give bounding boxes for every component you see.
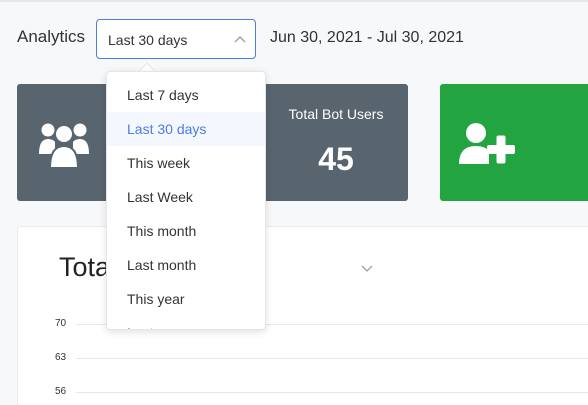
date-range-text: Jun 30, 2021 - Jul 30, 2021 — [270, 29, 464, 46]
total-bot-users-value: 45 — [318, 141, 354, 177]
date-range-select[interactable]: Last 30 days — [96, 19, 256, 59]
gridline — [76, 392, 588, 393]
date-range-dropdown: Last 7 days Last 30 days This week Last … — [106, 71, 266, 330]
chevron-up-icon — [234, 36, 246, 43]
chevron-down-icon[interactable] — [360, 263, 374, 275]
dropdown-option-last-year[interactable]: Last year — [107, 316, 265, 329]
dropdown-option-this-week[interactable]: This week — [107, 146, 265, 180]
dropdown-option-last-7-days[interactable]: Last 7 days — [107, 78, 265, 112]
total-bot-users-title: Total Bot Users — [288, 106, 384, 122]
top-divider — [0, 0, 588, 2]
dropdown-option-last-month[interactable]: Last month — [107, 248, 265, 282]
add-user-icon — [459, 123, 515, 164]
y-tick-label: 56 — [55, 386, 67, 397]
date-range-select-value: Last 30 days — [108, 32, 188, 48]
dropdown-option-this-year[interactable]: This year — [107, 282, 265, 316]
gridline — [76, 358, 588, 359]
analytics-label: Analytics — [17, 27, 86, 46]
y-tick-label: 63 — [55, 352, 67, 363]
dropdown-option-last-week[interactable]: Last Week — [107, 180, 265, 214]
dropdown-option-last-30-days[interactable]: Last 30 days — [107, 112, 265, 146]
dropdown-option-this-month[interactable]: This month — [107, 214, 265, 248]
y-tick-label: 70 — [55, 318, 67, 329]
users-icon — [39, 123, 89, 169]
